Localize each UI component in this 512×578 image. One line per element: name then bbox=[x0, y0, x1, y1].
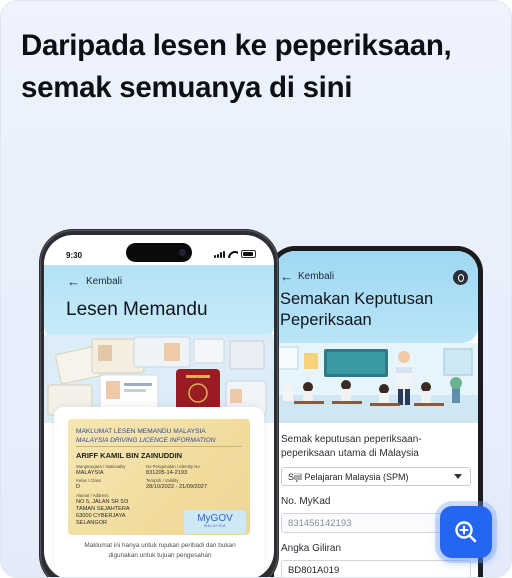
exam-type-value: Sijil Pelajaran Malaysia (SPM) bbox=[288, 472, 409, 482]
mykad-label: No. MyKad bbox=[281, 496, 331, 507]
class-value: D bbox=[76, 484, 81, 490]
address-line-1: NO 5, JALAN SR 5/3 bbox=[76, 499, 129, 505]
driving-licence-card: MAKLUMAT LESEN MEMANDU MALAYSIA MALAYSIA… bbox=[68, 419, 250, 535]
address-line-3: 63000 CYBERJAYA bbox=[76, 513, 126, 519]
mygov-logo: MyGOV MALAYSIA bbox=[184, 510, 246, 534]
card-divider bbox=[76, 446, 242, 447]
form-question: Semak keputusan peperiksaan-peperiksaan … bbox=[281, 434, 422, 459]
status-time: 9:30 bbox=[66, 251, 83, 260]
address-line-2: TAMAN SEJAHTERA bbox=[76, 506, 130, 512]
back-button[interactable]: ← Kembali bbox=[67, 273, 123, 289]
page-title: Lesen Memandu bbox=[66, 299, 208, 320]
address-label: Alamat / Address bbox=[76, 493, 109, 498]
validity-label: Tempoh / Validity bbox=[146, 478, 179, 483]
arrow-left-icon: ← bbox=[67, 273, 80, 289]
class-label: Kelas / Class bbox=[76, 478, 102, 483]
id-value: 831205-14-2193 bbox=[146, 470, 188, 476]
exam-type-select[interactable]: Sijil Pelajaran Malaysia (SPM) bbox=[281, 467, 471, 486]
wifi-icon bbox=[228, 250, 238, 258]
back-label: Kembali bbox=[86, 276, 123, 287]
licence-screen: 9:30 ← Kembali Lesen Memandu MAKLUMAT LE… bbox=[44, 235, 274, 577]
status-icons bbox=[214, 250, 256, 258]
licence-info-panel: MAKLUMAT LESEN MEMANDU MALAYSIA MALAYSIA… bbox=[54, 407, 264, 577]
info-icon[interactable] bbox=[453, 270, 468, 285]
signal-icon bbox=[214, 250, 225, 258]
headline: Daripada lesen ke peperiksaan, semak sem… bbox=[21, 29, 452, 104]
nationality-label: Warganegara / Nationality bbox=[76, 464, 126, 469]
address-line-4: SELANGOR bbox=[76, 520, 108, 526]
angka-giliran-input[interactable]: BD801A019 bbox=[281, 560, 471, 577]
zoom-in-icon bbox=[455, 521, 477, 543]
id-label: No Pengenalan / Identity No bbox=[146, 464, 200, 469]
disclaimer-note: Maklumat ini hanya untuk rujukan peribad… bbox=[84, 542, 236, 559]
zoom-in-button[interactable] bbox=[440, 506, 492, 558]
dynamic-island bbox=[126, 243, 192, 262]
validity-value: 28/10/2022 - 21/09/2027 bbox=[146, 484, 207, 490]
page-title: Semakan Keputusan Peperiksaan bbox=[280, 290, 434, 329]
phone-driving-licence: 9:30 ← Kembali Lesen Memandu MAKLUMAT LE… bbox=[39, 229, 279, 577]
back-button[interactable]: ← Kembali bbox=[280, 268, 335, 284]
promo-card: Daripada lesen ke peperiksaan, semak sem… bbox=[0, 0, 512, 578]
nationality-value: MALAYSIA bbox=[76, 470, 104, 476]
status-bar: 9:30 bbox=[44, 235, 274, 265]
arrow-left-icon: ← bbox=[280, 268, 293, 284]
classroom-illustration bbox=[274, 343, 478, 423]
licence-title-en: MALAYSIA DRIVING LICENCE INFORMATION bbox=[76, 437, 216, 444]
battery-icon bbox=[241, 250, 256, 258]
back-label: Kembali bbox=[298, 271, 335, 282]
caret-down-icon bbox=[454, 474, 462, 479]
licence-title-ms: MAKLUMAT LESEN MEMANDU MALAYSIA bbox=[76, 428, 206, 435]
holder-name: ARIFF KAMIL BIN ZAINUDDIN bbox=[76, 451, 183, 460]
